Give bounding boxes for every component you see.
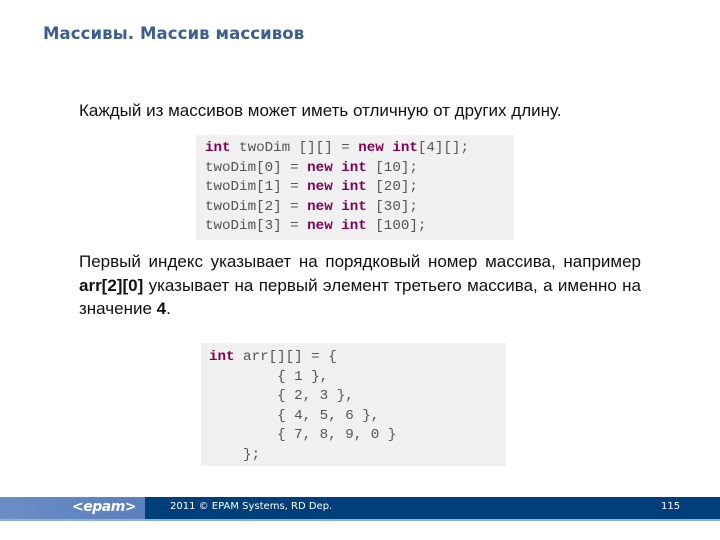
- code-token: { 4, 5, 6 },: [209, 407, 380, 424]
- code-block-arr: int arr[][] = { { 1 }, { 2, 3 }, { 4, 5,…: [201, 343, 506, 466]
- explanation-paragraph: Первый индекс указывает на порядковый но…: [79, 250, 641, 321]
- code-line: int twoDim [][] = new int[4][];: [205, 139, 514, 159]
- code-token: twoDim[3] =: [205, 218, 308, 234]
- code-token: [30];: [366, 198, 418, 215]
- code-token: twoDim[1] =: [205, 179, 308, 195]
- para-text-1: Первый индекс указывает на порядковый но…: [79, 252, 641, 271]
- code-line: { 1 },: [209, 368, 506, 388]
- page-number: 115: [661, 501, 681, 512]
- code-keyword: new: [307, 179, 333, 195]
- code-line: twoDim[0] = new int [10];: [205, 159, 514, 179]
- code-keyword: new: [307, 198, 333, 215]
- code-keyword: new: [358, 140, 384, 156]
- slide-title: Массивы. Массив массивов: [43, 24, 305, 43]
- code-line: twoDim[1] = new int [20];: [205, 178, 514, 198]
- code-line: int arr[][] = {: [209, 348, 506, 368]
- code-token: twoDim[0] =: [205, 159, 308, 176]
- code-line: twoDim[2] = new int [30];: [205, 198, 514, 218]
- code-line: { 2, 3 },: [209, 387, 506, 407]
- epam-logo: <epam>: [72, 499, 137, 515]
- code-token: arr[][] = {: [234, 349, 337, 365]
- code-line: twoDim[3] = new int [100];: [205, 217, 514, 237]
- footer-logo-area: <epam>: [0, 497, 145, 519]
- code-token: twoDim[2] =: [205, 198, 308, 215]
- footer-divider: [0, 519, 720, 521]
- code-token: twoDim [][] =: [230, 140, 359, 156]
- code-token: { 1 },: [209, 368, 329, 385]
- para-bold-index: arr[2][0]: [79, 275, 144, 295]
- code-token: [20];: [366, 179, 418, 195]
- code-token: { 2, 3 },: [209, 388, 354, 404]
- footer-copyright: 2011 © EPAM Systems, RD Dep.: [170, 501, 333, 512]
- intro-text: Каждый из массивов может иметь отличную …: [79, 101, 562, 120]
- code-token: [100];: [366, 218, 427, 234]
- code-token: };: [209, 446, 261, 463]
- code-token: { 7, 8, 9, 0 }: [209, 427, 397, 443]
- para-text-3: .: [166, 299, 171, 318]
- code-keyword: int: [392, 140, 418, 156]
- code-token: [10];: [366, 159, 418, 176]
- code-block-twodim: int twoDim [][] = new int[4][]; twoDim[0]…: [196, 135, 514, 240]
- code-line: { 4, 5, 6 },: [209, 407, 506, 427]
- code-keyword: new: [307, 218, 333, 234]
- code-keyword: int: [341, 198, 367, 215]
- code-keyword: int: [341, 159, 367, 176]
- code-line: };: [209, 446, 506, 466]
- code-keyword: int: [341, 179, 367, 195]
- footer-bar: <epam> 2011 © EPAM Systems, RD Dep. 115: [0, 497, 720, 519]
- code-keyword: int: [341, 218, 367, 234]
- para-bold-value: 4: [156, 299, 167, 318]
- code-token: [4][];: [417, 140, 469, 156]
- code-keyword: new: [307, 159, 333, 176]
- code-keyword: int: [209, 349, 235, 365]
- code-keyword: int: [205, 140, 231, 156]
- code-line: { 7, 8, 9, 0 }: [209, 426, 506, 446]
